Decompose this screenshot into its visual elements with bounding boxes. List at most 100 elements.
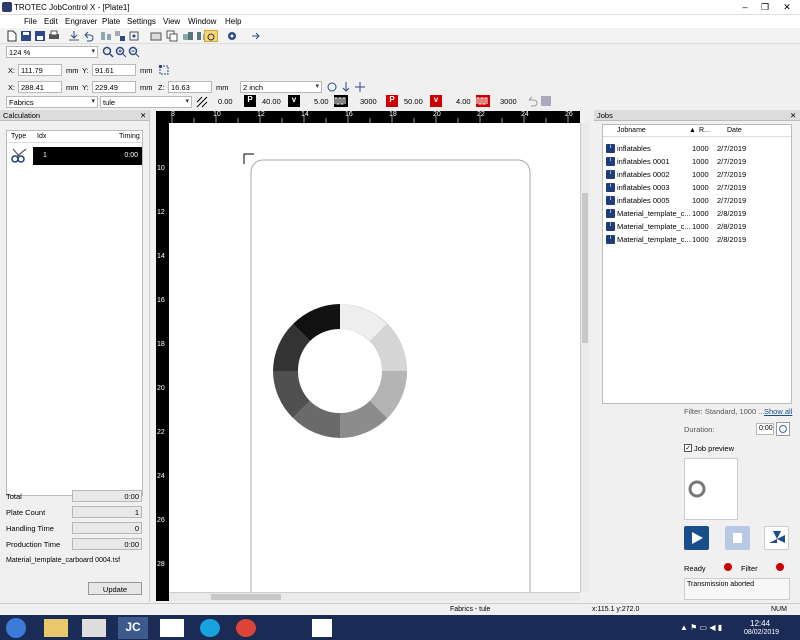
menu-help[interactable]: Help	[225, 17, 241, 26]
speed-engrave-value[interactable]: 5.00	[314, 97, 329, 106]
material-dropdown[interactable]: tule	[100, 96, 192, 108]
reference-point-icon[interactable]	[158, 64, 170, 76]
size-x-field[interactable]: 288.41	[18, 81, 62, 93]
print-icon[interactable]	[48, 30, 60, 42]
col-type[interactable]: Type	[11, 133, 26, 140]
job-row[interactable]: i Material_template_c... 1000 2/8/2019	[604, 207, 792, 220]
clock-time[interactable]: 12:44	[750, 619, 770, 628]
new-icon[interactable]	[6, 30, 18, 42]
vertical-ruler: 10 12 14 16 18 20 22 24 26 28	[156, 111, 169, 601]
lens-dropdown[interactable]: 2 inch	[240, 81, 322, 93]
app-icon-2[interactable]	[160, 619, 184, 637]
job-row[interactable]: i inflatables 0002 1000 2/7/2019	[604, 168, 792, 181]
menu-window[interactable]: Window	[188, 17, 216, 26]
update-button[interactable]: Update	[88, 582, 142, 595]
material-undo-icon[interactable]	[526, 95, 538, 107]
job-row[interactable]: i Material_template_c... 1000 2/8/2019	[604, 233, 792, 246]
size-y-field[interactable]: 229.49	[92, 81, 136, 93]
v1-value[interactable]: 0.00	[218, 97, 233, 106]
save-as-icon[interactable]	[34, 30, 46, 42]
col-jobname[interactable]: Jobname	[617, 127, 646, 134]
col-r[interactable]: R...	[699, 127, 710, 134]
col-timing[interactable]: Timing	[119, 133, 140, 140]
menu-settings[interactable]: Settings	[127, 17, 156, 26]
close-button[interactable]: ✕	[780, 2, 794, 13]
speed-cut-icon: v	[430, 95, 442, 107]
plate-canvas[interactable]	[169, 123, 580, 592]
show-all-link[interactable]: Show all	[764, 407, 792, 416]
center-icon[interactable]	[128, 30, 140, 42]
canvas-vertical-scrollbar[interactable]	[580, 123, 589, 592]
job-row[interactable]: i Material_template_c... 1000 2/8/2019	[604, 220, 792, 233]
col-idx[interactable]: Idx	[37, 133, 46, 140]
preview-toggle-icon[interactable]	[204, 30, 218, 42]
menu-file[interactable]: File	[24, 17, 37, 26]
calculation-row[interactable]: 1 0:00	[33, 147, 142, 165]
material-save-icon[interactable]	[540, 95, 552, 107]
restore-button[interactable]: ❐	[758, 2, 772, 13]
menu-plate[interactable]: Plate	[102, 17, 120, 26]
plate-icon[interactable]	[150, 30, 162, 42]
pos-x-field[interactable]: 111.79	[18, 64, 62, 76]
frequency-engrave-value[interactable]: 3000	[360, 97, 377, 106]
start-button[interactable]	[6, 618, 26, 638]
stop-button[interactable]	[725, 526, 750, 550]
v-scroll-thumb[interactable]	[582, 193, 588, 343]
autofocus-icon[interactable]	[326, 81, 338, 93]
exhaust-fan-icon[interactable]	[764, 526, 789, 550]
ruler-v-22: 22	[157, 429, 165, 436]
taskbar: JC ▲ ⚑ ▭ ◀ ▮ 12:44 08/02/2019	[0, 615, 800, 640]
app-icon-3[interactable]	[200, 619, 220, 637]
menu-view[interactable]: View	[163, 17, 180, 26]
app-icon-1[interactable]	[82, 619, 106, 637]
calculation-close-icon[interactable]: ✕	[140, 111, 146, 120]
app-icon-4[interactable]	[312, 619, 332, 637]
sort-asc-icon[interactable]: ▲	[689, 127, 696, 134]
timer-icon[interactable]	[776, 422, 790, 436]
ruler-h-22: 22	[477, 111, 485, 118]
job-row[interactable]: i inflatables 1000 2/7/2019	[604, 142, 792, 155]
group-icon[interactable]	[182, 30, 194, 42]
power-engrave-value[interactable]: 40.00	[262, 97, 281, 106]
import-icon[interactable]	[68, 30, 80, 42]
zoom-out-icon[interactable]	[128, 46, 140, 58]
xyz-icon[interactable]	[354, 81, 366, 93]
job-row[interactable]: i inflatables 0001 1000 2/7/2019	[604, 155, 792, 168]
minimize-button[interactable]: –	[738, 2, 752, 12]
job-row[interactable]: i inflatables 0005 1000 2/7/2019	[604, 194, 792, 207]
status-message: Transmission aborted	[687, 581, 755, 588]
power-cut-value[interactable]: 50.00	[404, 97, 423, 106]
explorer-icon[interactable]	[44, 619, 68, 637]
h-scroll-thumb[interactable]	[211, 594, 281, 600]
material-group-dropdown[interactable]: Fabrics	[6, 96, 98, 108]
chrome-icon[interactable]	[236, 619, 256, 637]
arrange-icon[interactable]	[114, 30, 126, 42]
save-icon[interactable]	[20, 30, 32, 42]
menu-engraver[interactable]: Engraver	[65, 17, 97, 26]
job-preview-checkbox[interactable]: ✓	[684, 444, 692, 452]
zoom-in-icon[interactable]	[115, 46, 127, 58]
clock-date[interactable]: 08/02/2019	[744, 629, 779, 636]
canvas-horizontal-scrollbar[interactable]	[169, 592, 580, 601]
gear-icon[interactable]	[226, 30, 238, 42]
col-date[interactable]: Date	[727, 127, 742, 134]
zoom-fit-icon[interactable]	[102, 46, 114, 58]
align-icon[interactable]	[100, 30, 112, 42]
frequency-cut-value[interactable]: 3000	[500, 97, 517, 106]
play-button[interactable]	[684, 526, 709, 550]
copy-plate-icon[interactable]	[166, 30, 178, 42]
title-bar: TROTEC JobControl X - [Plate1] – ❐ ✕	[0, 0, 800, 15]
tray-icons[interactable]: ▲ ⚑ ▭ ◀ ▮	[680, 623, 722, 632]
z-offset-icon[interactable]	[340, 81, 352, 93]
jobcontrol-taskbar-icon[interactable]: JC	[118, 617, 148, 639]
jobs-close-icon[interactable]: ✕	[790, 111, 796, 120]
ruler-h-18: 18	[389, 111, 397, 118]
pos-y-field[interactable]: 91.61	[92, 64, 136, 76]
speed-cut-value[interactable]: 4.00	[456, 97, 471, 106]
send-to-laser-icon[interactable]	[250, 30, 262, 42]
size-z-field[interactable]: 16.63	[168, 81, 212, 93]
menu-edit[interactable]: Edit	[44, 17, 58, 26]
undo-icon[interactable]	[82, 30, 94, 42]
job-row[interactable]: i inflatables 0003 1000 2/7/2019	[604, 181, 792, 194]
zoom-dropdown[interactable]: 124 %	[6, 46, 98, 58]
